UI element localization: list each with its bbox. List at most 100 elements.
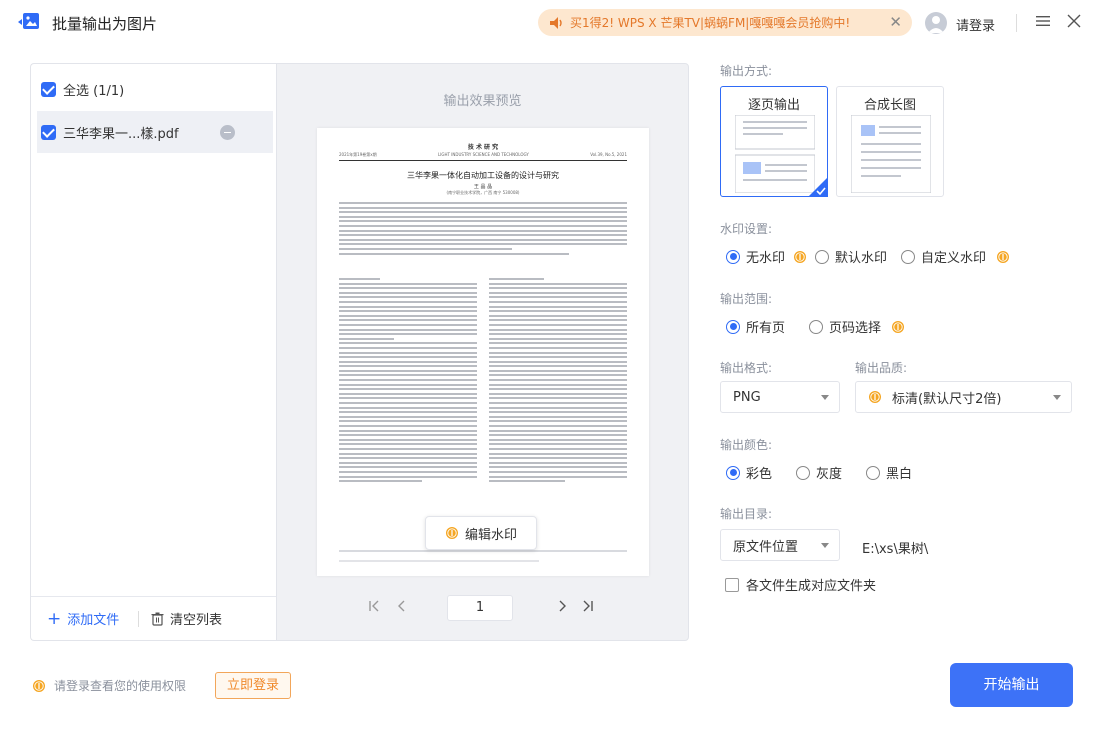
subfolder-checkbox[interactable]: 各文件生成对应文件夹 xyxy=(725,575,876,594)
chevron-down-icon xyxy=(821,395,829,400)
vip-coin-icon xyxy=(869,391,881,403)
close-icon[interactable] xyxy=(1066,13,1082,29)
preview-title: 输出效果预览 xyxy=(443,94,522,109)
color-bw-option[interactable]: 黑白 xyxy=(866,463,912,482)
quality-value: 标清(默认尺寸2倍) xyxy=(892,391,1002,407)
page-number-input[interactable]: 1 xyxy=(447,595,513,621)
output-path: E:\xs\果树\ xyxy=(862,542,929,557)
add-file-label: 添加文件 xyxy=(67,613,120,628)
quality-label: 输出品质: xyxy=(855,361,908,375)
select-all-checkbox[interactable]: 全选 (1/1) xyxy=(41,80,124,99)
edit-watermark-button[interactable]: 编辑水印 xyxy=(425,516,537,550)
promo-banner[interactable]: 买1得2! WPS X 芒果TV|蜗蜗FM|嘎嘎嘎会员抢购中! ✕ xyxy=(538,9,912,36)
range-select-label: 页码选择 xyxy=(829,321,882,336)
doc-journal: 技 术 研 究 xyxy=(467,144,499,151)
window-title: 批量输出为图片 xyxy=(52,15,158,33)
range-select-option[interactable]: 页码选择 xyxy=(809,317,881,336)
color-color-option[interactable]: 彩色 xyxy=(726,463,772,482)
list-item[interactable]: 三华李果一...樣.pdf xyxy=(37,111,273,153)
login-now-button[interactable]: 立即登录 xyxy=(215,672,291,699)
color-label: 输出颜色: xyxy=(720,438,773,452)
radio-icon[interactable] xyxy=(809,319,824,334)
doc-footer-line xyxy=(339,550,627,552)
checkbox-icon[interactable] xyxy=(725,577,739,592)
color-bw-label: 黑白 xyxy=(886,467,913,482)
mode-per-page-card[interactable]: 逐页输出 xyxy=(720,86,828,197)
watermark-radio-group: 无水印 默认水印 自定义水印 xyxy=(726,247,1010,266)
wm-custom-option[interactable]: 自定义水印 xyxy=(901,247,986,266)
permission-tip-text: 请登录查看您的使用权限 xyxy=(54,679,187,693)
title-bar: 批量输出为图片 买1得2! WPS X 芒果TV|蜗蜗FM|嘎嘎嘎会员抢购中! … xyxy=(0,0,1107,46)
output-mode-label: 输出方式: xyxy=(720,64,773,78)
clear-list-button[interactable]: 清空列表 xyxy=(151,609,222,628)
edit-watermark-label: 编辑水印 xyxy=(464,527,517,543)
wm-custom-label: 自定义水印 xyxy=(921,251,987,266)
long-image-illustration-icon xyxy=(851,115,931,193)
vip-coin-icon xyxy=(33,679,45,692)
radio-selected-icon[interactable] xyxy=(726,319,740,334)
subfolder-label: 各文件生成对应文件夹 xyxy=(746,579,877,594)
checkbox-checked-icon[interactable] xyxy=(41,82,56,97)
watermark-label: 水印设置: xyxy=(720,222,773,236)
doc-column-left xyxy=(339,278,477,485)
doc-issue-left: 2021年第19卷第x期 xyxy=(339,152,377,157)
avatar-icon[interactable] xyxy=(925,12,947,34)
mode-long-image-card[interactable]: 合成长图 xyxy=(836,86,944,197)
range-all-option[interactable]: 所有页 xyxy=(726,317,785,336)
menu-icon[interactable] xyxy=(1035,13,1051,29)
wm-default-label: 默认水印 xyxy=(835,251,888,266)
checkbox-checked-icon[interactable] xyxy=(41,124,56,140)
select-all-label: 全选 (1/1) xyxy=(63,84,125,99)
speaker-icon xyxy=(550,16,562,29)
doc-title: 三华李果一体化自动加工设备的设计与研究 xyxy=(407,171,559,180)
wm-default-option[interactable]: 默认水印 xyxy=(815,247,887,266)
add-file-button[interactable]: + 添加文件 xyxy=(47,609,119,628)
color-color-label: 彩色 xyxy=(746,467,773,482)
vip-coin-icon xyxy=(445,527,458,539)
range-all-label: 所有页 xyxy=(746,321,786,336)
doc-author: 王 晶 晶 xyxy=(473,184,493,190)
prev-page-icon[interactable] xyxy=(395,599,409,613)
next-page-icon[interactable] xyxy=(555,599,569,613)
mode-per-page-label: 逐页输出 xyxy=(747,98,800,113)
vip-coin-icon xyxy=(794,250,807,263)
dir-select[interactable]: 原文件位置 xyxy=(720,529,840,561)
doc-abstract-lines xyxy=(339,202,627,257)
range-radio-group: 所有页 页码选择 xyxy=(726,317,905,336)
format-label: 输出格式: xyxy=(720,361,773,375)
login-link[interactable]: 请登录 xyxy=(956,15,995,34)
format-select[interactable]: PNG xyxy=(720,381,840,413)
vip-coin-icon xyxy=(892,320,905,333)
radio-selected-icon[interactable] xyxy=(726,249,740,264)
color-gray-option[interactable]: 灰度 xyxy=(796,463,842,482)
pagination: 1 xyxy=(277,594,688,622)
wm-none-option[interactable]: 无水印 xyxy=(726,247,785,266)
wm-none-label: 无水印 xyxy=(746,251,786,266)
format-value: PNG xyxy=(733,389,761,405)
radio-selected-icon[interactable] xyxy=(726,465,740,480)
remove-icon[interactable] xyxy=(220,124,235,140)
radio-icon[interactable] xyxy=(796,465,811,480)
doc-issue-line: 2021年第19卷第x期 LIGHT INDUSTRY SCIENCE AND … xyxy=(339,152,627,161)
plus-icon: + xyxy=(47,608,62,629)
quality-select[interactable]: 标清(默认尺寸2倍) xyxy=(855,381,1072,413)
document-preview: 技 术 研 究 2021年第19卷第x期 LIGHT INDUSTRY SCIE… xyxy=(317,128,649,576)
doc-issue-right: Vol.39, No.5, 2021 xyxy=(590,152,627,157)
divider xyxy=(138,611,139,627)
clear-list-label: 清空列表 xyxy=(170,613,223,628)
chevron-down-icon xyxy=(821,543,829,548)
permission-tip: 请登录查看您的使用权限 xyxy=(32,677,186,694)
file-panel-footer: + 添加文件 清空列表 xyxy=(31,596,276,640)
divider xyxy=(1016,14,1017,32)
radio-icon[interactable] xyxy=(815,249,830,264)
start-output-button[interactable]: 开始输出 xyxy=(950,663,1073,707)
radio-icon[interactable] xyxy=(866,465,881,480)
radio-icon[interactable] xyxy=(901,249,916,264)
doc-column-right xyxy=(489,278,627,485)
first-page-icon[interactable] xyxy=(367,599,381,613)
promo-close-icon[interactable]: ✕ xyxy=(889,13,902,31)
last-page-icon[interactable] xyxy=(581,599,595,613)
preview-panel: 输出效果预览 技 术 研 究 2021年第19卷第x期 LIGHT INDUST… xyxy=(276,63,689,641)
trash-icon xyxy=(151,612,164,626)
dir-label: 输出目录: xyxy=(720,507,773,521)
